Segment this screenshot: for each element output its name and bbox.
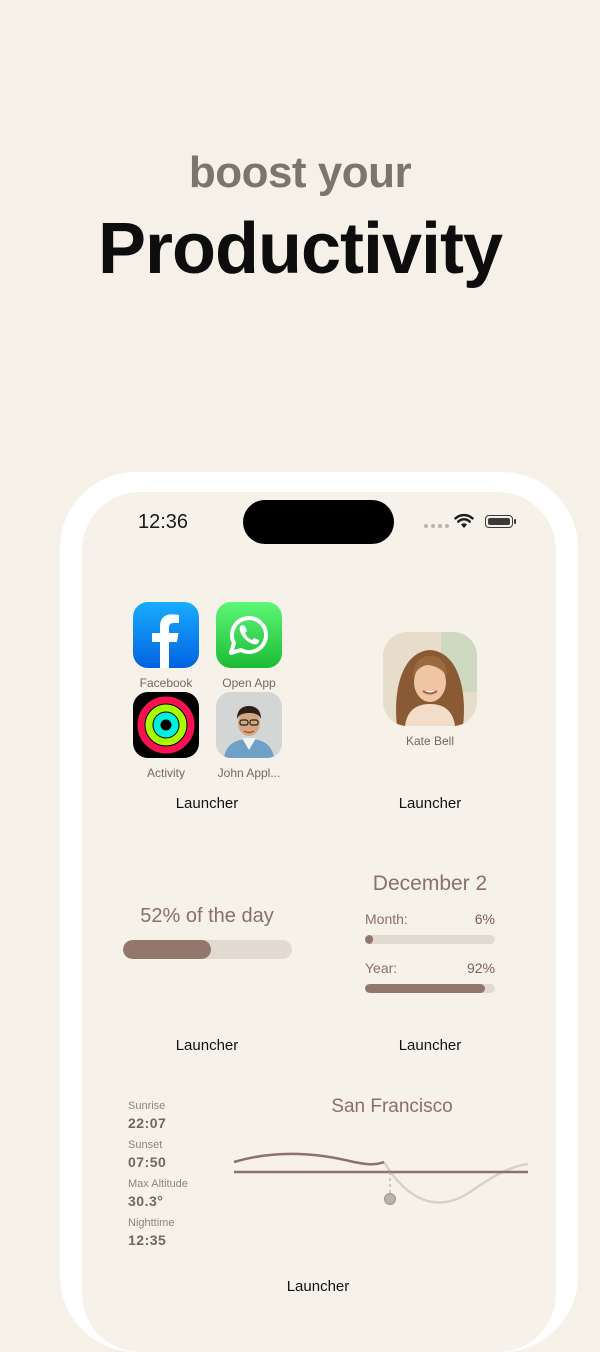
facebook-icon: [133, 602, 199, 668]
activity-rings-icon: [133, 692, 199, 758]
app-label: Facebook: [139, 676, 193, 690]
app-label: Activity: [146, 766, 185, 780]
launcher-label: Launcher: [175, 795, 239, 812]
launcher-label: Launcher: [286, 1278, 350, 1295]
year-progress-fill: [365, 984, 485, 993]
date-title: December 2: [372, 872, 488, 895]
altitude-label: Max Altitude: [128, 1178, 188, 1190]
sunset-value: 07:50: [128, 1154, 167, 1170]
hero-tagline: boost your: [188, 148, 412, 197]
cellular-signal-icon: [424, 524, 449, 528]
city-name: San Francisco: [331, 1096, 453, 1117]
contact-photo-john: [216, 692, 282, 758]
day-progress-fill: [123, 940, 211, 959]
nighttime-value: 12:35: [128, 1232, 167, 1248]
app-activity[interactable]: Activity: [133, 692, 199, 780]
sunrise-value: 22:07: [128, 1115, 167, 1131]
sun-marker: [384, 1193, 396, 1205]
hero-title: Productivity: [97, 209, 503, 289]
phone-screen: 12:36 Facebook Open App Activity John Ap…: [82, 492, 556, 1352]
launcher-label: Launcher: [175, 1037, 239, 1054]
app-label: John Appl...: [217, 766, 281, 780]
app-whatsapp[interactable]: Open App: [216, 602, 282, 690]
app-label: Open App: [222, 676, 276, 690]
app-contact-john[interactable]: John Appl...: [216, 692, 282, 780]
sun-path-chart: [233, 1152, 529, 1205]
year-label: Year:: [365, 960, 398, 976]
launcher-label: Launcher: [398, 1037, 462, 1054]
launcher-label: Launcher: [398, 795, 462, 812]
day-progress-text: 52% of the day: [140, 905, 274, 927]
month-progress-bar: [365, 935, 495, 944]
dynamic-island: [243, 500, 394, 544]
year-progress-bar: [365, 984, 495, 993]
month-progress-fill: [365, 935, 373, 944]
contact-name: Kate Bell: [405, 734, 455, 748]
month-percent: 6%: [474, 911, 495, 927]
sun-path-above: [233, 1152, 385, 1166]
contact-photo-kate[interactable]: [383, 632, 477, 726]
wifi-icon: [454, 513, 474, 528]
sunset-label: Sunset: [128, 1139, 163, 1151]
altitude-value: 30.3°: [128, 1193, 164, 1209]
nighttime-label: Nighttime: [128, 1217, 175, 1229]
app-facebook[interactable]: Facebook: [133, 602, 199, 690]
sunrise-label: Sunrise: [128, 1100, 166, 1112]
battery-icon: [485, 515, 516, 528]
year-percent: 92%: [466, 960, 495, 976]
status-time: 12:36: [138, 511, 189, 533]
month-label: Month:: [365, 911, 408, 927]
whatsapp-icon: [216, 602, 282, 668]
day-progress-bar: [123, 940, 292, 959]
